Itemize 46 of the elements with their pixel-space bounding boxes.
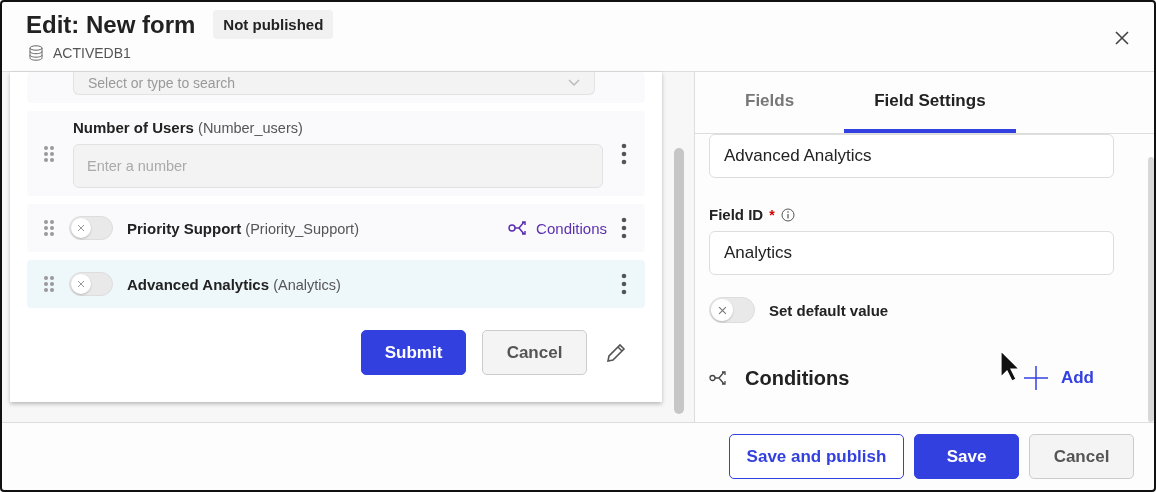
- pencil-icon[interactable]: [605, 341, 627, 364]
- label-input[interactable]: Advanced Analytics: [709, 134, 1114, 178]
- conditions-link[interactable]: Conditions: [508, 219, 607, 237]
- field-label: Number of Users (Number_users): [73, 119, 304, 136]
- form-field-row[interactable]: Advanced Analytics (Analytics): [27, 260, 645, 308]
- close-icon[interactable]: [1114, 30, 1130, 46]
- drag-handle-icon[interactable]: [43, 144, 55, 163]
- form-button[interactable]: Submit: [361, 330, 466, 375]
- chevron-down-icon: [568, 79, 580, 87]
- add-button[interactable]: Add: [1022, 365, 1094, 391]
- field-label: Priority Support (Priority_Support): [127, 219, 359, 237]
- toggle-switch[interactable]: [709, 297, 755, 323]
- scrollbar[interactable]: [1148, 157, 1154, 422]
- drag-handle-icon[interactable]: [43, 275, 55, 293]
- field-label: Advanced Analytics (Analytics): [127, 275, 341, 293]
- required-mark: *: [769, 206, 775, 223]
- footer-button[interactable]: Save and publish: [729, 434, 904, 479]
- info-icon[interactable]: [780, 207, 795, 222]
- toggle-switch[interactable]: [69, 216, 113, 240]
- status-badge: Not published: [213, 10, 334, 39]
- number-input[interactable]: Enter a number: [73, 144, 603, 188]
- toggle-switch[interactable]: [69, 272, 113, 296]
- footer-button[interactable]: Save: [914, 434, 1019, 479]
- cross-icon: [77, 224, 85, 232]
- field-id-input[interactable]: Analytics: [709, 231, 1114, 275]
- database-icon: [29, 45, 43, 61]
- field-id-label: Field ID: [709, 206, 764, 223]
- form-button[interactable]: Cancel: [482, 330, 587, 375]
- select-placeholder: Select or type to search: [88, 75, 236, 91]
- mouse-pointer-icon: [999, 349, 1021, 383]
- conditions-heading: Conditions: [745, 366, 850, 390]
- tab[interactable]: Fields: [725, 72, 845, 133]
- more-options-icon[interactable]: [621, 142, 627, 165]
- form-field-row[interactable]: Priority Support (Priority_Support) Conditions: [27, 204, 645, 252]
- scrollbar[interactable]: [674, 148, 684, 414]
- dialog-title: Edit: New form: [26, 10, 196, 39]
- cross-icon: [77, 280, 85, 288]
- more-options-icon[interactable]: [621, 217, 627, 239]
- toggle-label: Set default value: [769, 301, 889, 319]
- plus-icon: [1022, 365, 1049, 391]
- footer-button[interactable]: Cancel: [1029, 434, 1134, 479]
- database-name: ACTIVEDB1: [53, 45, 131, 61]
- more-options-icon[interactable]: [621, 273, 627, 295]
- form-field-row[interactable]: Number of Users (Number_users) Enter a number: [27, 111, 645, 196]
- drag-handle-icon[interactable]: [43, 219, 55, 237]
- cross-icon: [717, 305, 727, 315]
